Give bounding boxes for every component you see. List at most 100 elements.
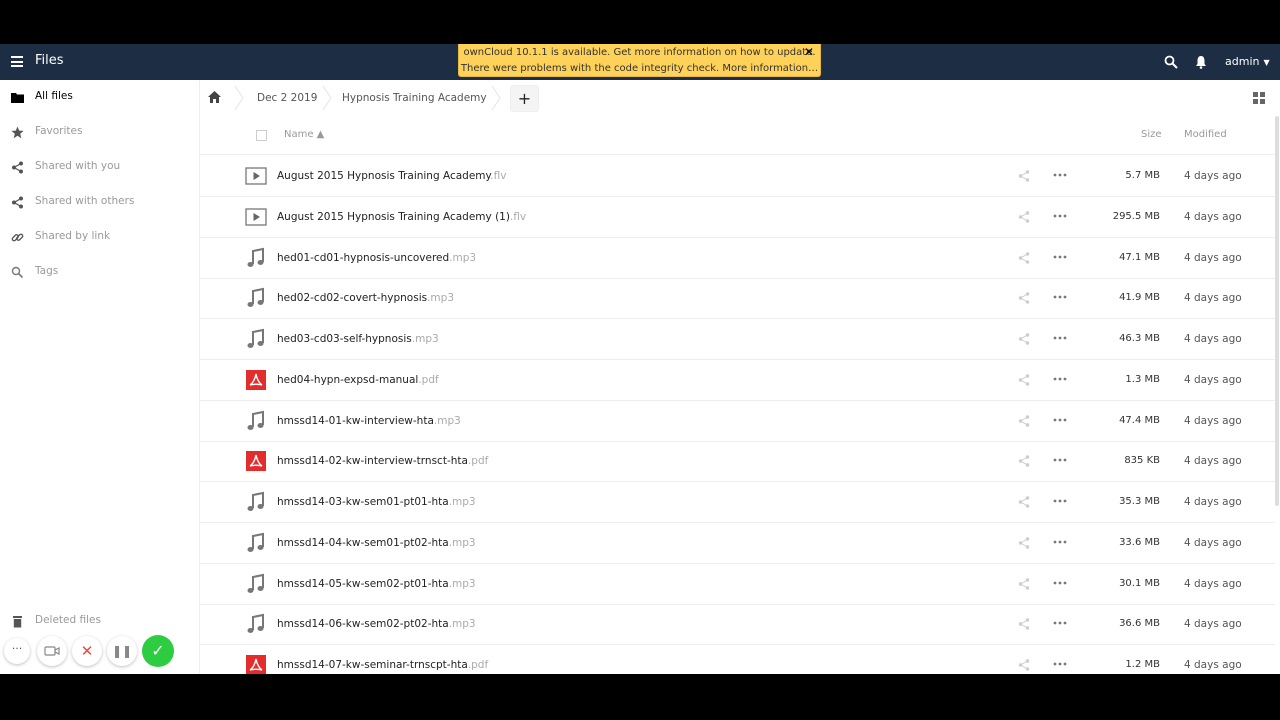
share-icon[interactable] <box>1018 251 1030 264</box>
share-icon[interactable] <box>1018 455 1030 467</box>
breadcrumb-item[interactable]: Hypnosis Training Academy <box>342 80 487 116</box>
share-icon[interactable] <box>1018 659 1030 671</box>
more-actions-icon[interactable] <box>1053 658 1067 670</box>
file-name[interactable]: hmssd14-06-kw-sem02-pt02-hta.mp3 <box>277 618 476 630</box>
cancel-icon[interactable]: ✕ <box>72 636 102 666</box>
more-actions-icon[interactable] <box>1053 169 1067 181</box>
share-icon[interactable] <box>1018 374 1030 386</box>
table-row[interactable]: August 2015 Hypnosis Training Academy.fl… <box>200 156 1275 197</box>
recorder-controls: ··· ✕ ❚❚ ✓ <box>4 634 184 668</box>
share-icon[interactable] <box>1018 496 1030 508</box>
more-actions-icon[interactable] <box>1053 536 1067 548</box>
more-actions-icon[interactable] <box>1053 414 1067 426</box>
share-icon[interactable] <box>1018 414 1030 427</box>
table-row[interactable]: hmssd14-01-kw-interview-hta.mp3 47.4 MB 4 … <box>200 401 1275 442</box>
table-row[interactable]: hmssd14-04-kw-sem01-pt02-hta.mp3 33.6 MB 4… <box>200 523 1275 564</box>
notice-update-text[interactable]: ownCloud 10.1.1 is available. Get more i… <box>459 45 820 61</box>
tag-icon <box>11 266 24 279</box>
file-size: 295.5 MB <box>1112 210 1160 222</box>
sidebar-item-favorites[interactable]: Favorites <box>0 117 200 147</box>
size-column-header[interactable]: Size <box>1141 129 1162 140</box>
star-icon <box>11 126 24 139</box>
audio-file-icon <box>247 532 264 552</box>
file-basename: August 2015 Hypnosis Training Academy (1… <box>277 210 510 223</box>
file-size: 36.6 MB <box>1119 618 1160 630</box>
sidebar-item-shared-with-others[interactable]: Shared with others <box>0 187 200 217</box>
more-actions-icon[interactable] <box>1053 373 1067 385</box>
bell-icon[interactable] <box>1195 55 1207 69</box>
file-modified: 4 days ago <box>1184 618 1242 631</box>
select-all-checkbox[interactable] <box>256 130 267 141</box>
more-actions-icon[interactable] <box>1053 617 1067 629</box>
more-actions-icon[interactable] <box>1053 577 1067 589</box>
more-icon[interactable]: ··· <box>4 638 30 664</box>
file-name[interactable]: hed01-cd01-hypnosis-uncovered.mp3 <box>277 252 476 264</box>
home-icon[interactable] <box>208 91 221 103</box>
file-modified: 4 days ago <box>1184 496 1242 508</box>
pause-icon[interactable]: ❚❚ <box>107 636 137 666</box>
file-name[interactable]: hmssd14-07-kw-seminar-trnscpt-hta.pdf <box>277 659 488 671</box>
sidebar-item-shared-by-link[interactable]: Shared by link <box>0 222 200 252</box>
file-name[interactable]: hmssd14-03-kw-sem01-pt01-hta.mp3 <box>277 496 476 508</box>
close-icon[interactable]: ✕ <box>804 44 814 60</box>
file-name[interactable]: August 2015 Hypnosis Training Academy (1… <box>277 211 526 223</box>
user-menu[interactable]: admin ▼ <box>1225 55 1270 68</box>
table-row[interactable]: hed02-cd02-covert-hypnosis.mp3 41.9 MB 4 d… <box>200 278 1275 320</box>
name-column-header[interactable]: Name ▲ <box>284 129 324 140</box>
file-extension: .mp3 <box>448 536 476 549</box>
grid-view-icon[interactable] <box>1253 92 1265 104</box>
share-icon[interactable] <box>1018 170 1030 182</box>
file-name[interactable]: hmssd14-04-kw-sem01-pt02-hta.mp3 <box>277 537 476 549</box>
more-actions-icon[interactable] <box>1053 210 1067 222</box>
modified-column-header[interactable]: Modified <box>1184 129 1227 140</box>
share-icon[interactable] <box>1018 577 1030 590</box>
file-name[interactable]: hed03-cd03-self-hypnosis.mp3 <box>277 333 439 345</box>
search-icon[interactable] <box>1164 55 1178 69</box>
new-button[interactable]: + <box>510 85 539 112</box>
more-actions-icon[interactable] <box>1053 332 1067 344</box>
notice-integrity-text[interactable]: There were problems with the code integr… <box>459 61 820 77</box>
file-name[interactable]: hmssd14-02-kw-interview-trnsct-hta.pdf <box>277 455 488 467</box>
crumb-separator <box>322 86 332 110</box>
share-icon[interactable] <box>1018 292 1030 304</box>
folder-icon <box>11 93 24 103</box>
table-row[interactable]: hmssd14-06-kw-sem02-pt02-hta.mp3 36.6 MB 4… <box>200 604 1275 646</box>
sidebar-item-tags[interactable]: Tags <box>0 257 200 287</box>
audio-file-icon <box>247 328 264 348</box>
file-name[interactable]: August 2015 Hypnosis Training Academy.fl… <box>277 170 506 182</box>
file-name[interactable]: hed04-hypn-expsd-manual.pdf <box>277 374 439 386</box>
file-name[interactable]: hmssd14-01-kw-interview-hta.mp3 <box>277 415 461 427</box>
scrollbar[interactable] <box>1275 116 1279 506</box>
file-size: 33.6 MB <box>1119 536 1160 548</box>
trash-icon <box>13 616 22 628</box>
sidebar-item-label: Shared with you <box>35 160 121 172</box>
table-row[interactable]: hmssd14-07-kw-seminar-trnscpt-hta.pdf 1.2… <box>200 645 1275 674</box>
sidebar-item-shared-with-you[interactable]: Shared with you <box>0 152 200 182</box>
file-name[interactable]: hed02-cd02-covert-hypnosis.mp3 <box>277 292 454 304</box>
table-row[interactable]: hmssd14-05-kw-sem02-pt01-hta.mp3 30.1 MB 4… <box>200 564 1275 605</box>
table-row[interactable]: hed04-hypn-expsd-manual.pdf 1.3 MB 4 days … <box>200 360 1275 401</box>
table-row[interactable]: hed01-cd01-hypnosis-uncovered.mp3 47.1 MB… <box>200 238 1275 279</box>
breadcrumb-item[interactable]: Dec 2 2019 <box>257 80 317 116</box>
confirm-icon[interactable]: ✓ <box>142 635 174 667</box>
more-actions-icon[interactable] <box>1053 291 1067 303</box>
table-row[interactable]: hmssd14-03-kw-sem01-pt01-hta.mp3 35.3 MB 4… <box>200 482 1275 523</box>
menu-icon[interactable] <box>11 56 23 67</box>
share-icon[interactable] <box>1018 618 1030 630</box>
share-icon[interactable] <box>1018 537 1030 549</box>
sidebar-item-label: Shared by link <box>35 230 111 242</box>
table-row[interactable]: August 2015 Hypnosis Training Academy (1… <box>200 197 1275 238</box>
sidebar-item-all-files[interactable]: All files <box>0 82 200 112</box>
table-row[interactable]: hed03-cd03-self-hypnosis.mp3 46.3 MB 4 day… <box>200 319 1275 360</box>
share-icon[interactable] <box>1018 333 1030 345</box>
share-icon[interactable] <box>1018 211 1030 223</box>
sidebar-item-deleted-files[interactable]: Deleted files <box>0 606 200 636</box>
more-actions-icon[interactable] <box>1053 454 1067 466</box>
more-actions-icon[interactable] <box>1053 495 1067 507</box>
app-title[interactable]: Files <box>35 53 64 68</box>
table-row[interactable]: hmssd14-02-kw-interview-trnsct-hta.pdf 83… <box>200 441 1275 483</box>
more-actions-icon[interactable] <box>1053 251 1067 263</box>
file-name[interactable]: hmssd14-05-kw-sem02-pt01-hta.mp3 <box>277 578 476 590</box>
file-size: 835 KB <box>1124 455 1160 467</box>
camera-icon[interactable] <box>37 636 67 666</box>
